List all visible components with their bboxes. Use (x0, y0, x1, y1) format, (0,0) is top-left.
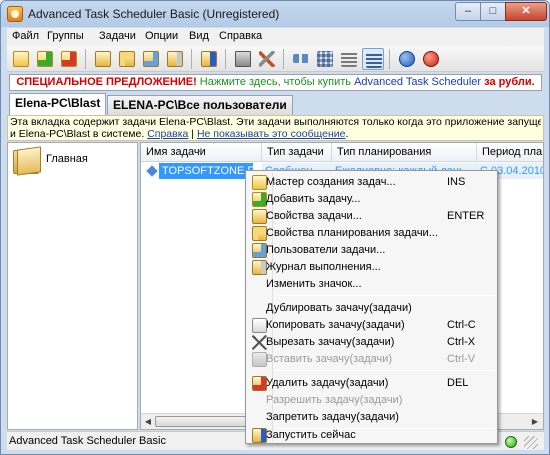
column-headers: ▲ Имя задачи Тип задачи Тип планирования… (141, 143, 543, 162)
exit-icon[interactable] (420, 48, 442, 70)
add-task-icon[interactable] (34, 48, 56, 70)
menu-view[interactable]: Вид (189, 30, 209, 42)
user-tabs: Elena-PC\Blast ELENA-PC\Все пользователи (7, 93, 544, 115)
add-task-icon (252, 192, 267, 207)
status-text: Advanced Task Scheduler Basic (9, 435, 166, 447)
info-line-2: и Elena-PC\Blast в системе. Справка | Не… (10, 128, 541, 140)
menu-item-paste: Вставить зачачу(задачи) Ctrl-V (248, 351, 497, 368)
folder-icon (13, 146, 45, 176)
toolbar-separator (283, 49, 284, 69)
menu-tasks[interactable]: Задачи (99, 30, 136, 42)
menu-item-cut[interactable]: Вырезать зачачу(задачи) Ctrl-X (248, 334, 497, 351)
large-icons-view-icon[interactable] (290, 48, 312, 70)
run-now-icon[interactable] (198, 48, 220, 70)
menu-item-delete[interactable]: Удалить задачу(задачи) DEL (248, 375, 497, 392)
info-divider: | (188, 128, 197, 140)
window-title: Advanced Task Scheduler Basic (Unregiste… (28, 7, 280, 21)
details-view-icon[interactable] (362, 48, 384, 70)
menu-item-run-now[interactable]: Запустить сейчас (248, 427, 497, 444)
menu-item-run-log[interactable]: Журнал выполнения... (248, 259, 497, 276)
menu-bar: Файл Группы Задачи Опции Вид Справка (7, 28, 544, 46)
group-item-main[interactable]: Главная (46, 153, 88, 165)
scroll-right-icon[interactable]: ▶ (528, 415, 542, 429)
tab-info-message: Эта вкладка содержит задачи Elena-PC\Bla… (7, 115, 544, 141)
toolbar-separator (191, 49, 192, 69)
status-indicator-icon (505, 436, 517, 448)
schedule-properties-icon[interactable] (116, 48, 138, 70)
help-icon[interactable] (396, 48, 418, 70)
resize-grip-icon[interactable] (524, 436, 538, 449)
package-icon[interactable] (232, 48, 254, 70)
offer-product-link[interactable]: Advanced Task Scheduler (354, 76, 481, 88)
column-header-task-name[interactable]: ▲ Имя задачи (141, 143, 262, 162)
close-button[interactable]: ✕ (505, 2, 547, 21)
special-offer-banner[interactable]: СПЕЦИАЛЬНОЕ ПРЕДЛОЖЕНИЕ! Нажмите здесь, … (9, 74, 542, 91)
groups-panel: Главная (7, 142, 138, 430)
tab-all-users[interactable]: ELENA-PC\Все пользователи (107, 95, 293, 115)
tab-current-user[interactable]: Elena-PC\Blast (9, 93, 107, 115)
menu-groups[interactable]: Группы (47, 30, 84, 42)
scroll-left-icon[interactable]: ◀ (141, 415, 155, 429)
users-icon (252, 243, 267, 258)
menu-item-task-users[interactable]: Пользователи задачи... (248, 242, 497, 259)
menu-separator (275, 370, 495, 371)
delete-task-icon[interactable] (58, 48, 80, 70)
schedule-icon (252, 226, 267, 241)
menu-item-enable: Разрешить задачу(задачи) (266, 394, 403, 406)
menu-item-schedule-properties[interactable]: Свойства планирования задачи... (248, 225, 497, 242)
small-icons-view-icon[interactable] (314, 48, 336, 70)
offer-suffix: за рубли. (481, 76, 535, 88)
offer-highlight: СПЕЦИАЛЬНОЕ ПРЕДЛОЖЕНИЕ! (16, 76, 197, 88)
info-line-2-text: и Elena-PC\Blast в системе. (10, 128, 148, 140)
menu-item-copy[interactable]: Копировать зачачу(задачи) Ctrl-C (248, 317, 497, 334)
menu-separator (275, 295, 495, 296)
toolbar (7, 46, 544, 72)
delete-icon (252, 376, 267, 391)
toolbar-separator (389, 49, 390, 69)
run-icon (252, 428, 267, 443)
copy-icon (252, 318, 267, 333)
maximize-button[interactable]: □ (480, 2, 506, 21)
info-line-2-end: . (345, 128, 349, 140)
menu-help[interactable]: Справка (219, 30, 262, 42)
info-line-1: Эта вкладка содержит задачи Elena-PC\Bla… (10, 116, 541, 128)
task-context-menu: Мастер создания задач... INS Добавить за… (245, 170, 498, 444)
menu-item-task-properties[interactable]: Свойства задачи... ENTER (248, 208, 497, 225)
offer-text: Нажмите здесь, чтобы купить (196, 76, 355, 88)
tools-icon[interactable] (256, 48, 278, 70)
toolbar-separator (225, 49, 226, 69)
minimize-button[interactable]: – (455, 2, 481, 21)
menu-item-add-task[interactable]: Добавить задачу... (248, 191, 497, 208)
task-users-icon[interactable] (140, 48, 162, 70)
log-icon (252, 260, 267, 275)
list-view-icon[interactable] (338, 48, 360, 70)
cut-icon (252, 335, 267, 350)
new-task-wizard-icon[interactable] (10, 48, 32, 70)
menu-file[interactable]: Файл (12, 30, 39, 42)
column-header-task-type[interactable]: Тип задачи (262, 143, 332, 162)
sort-ascending-icon: ▲ (197, 145, 205, 154)
app-icon (7, 6, 23, 22)
wizard-icon (252, 175, 267, 190)
hide-message-link[interactable]: Не показывать это сообщение (197, 128, 346, 140)
column-header-schedule-type[interactable]: Тип планирования (332, 143, 477, 162)
column-header-period[interactable]: Период пла... (477, 143, 543, 162)
title-bar[interactable]: Advanced Task Scheduler Basic (Unregiste… (1, 1, 549, 27)
scroll-thumb[interactable] (155, 416, 255, 427)
menu-options[interactable]: Опции (145, 30, 178, 42)
menu-item-duplicate[interactable]: Дублировать зачачу(задачи) (248, 300, 497, 317)
task-name-cell[interactable]: TOPSOFTZONE.RU (159, 163, 253, 179)
toolbar-separator (85, 49, 86, 69)
log-icon[interactable] (164, 48, 186, 70)
paste-icon (252, 352, 267, 367)
properties-icon (252, 209, 267, 224)
menu-item-disable[interactable]: Запретить задачу(задачи) (248, 409, 497, 426)
menu-item-task-wizard[interactable]: Мастер создания задач... INS (248, 174, 497, 191)
help-link[interactable]: Справка (147, 128, 188, 140)
message-task-icon (144, 163, 160, 179)
task-properties-icon[interactable] (92, 48, 114, 70)
menu-item-change-icon[interactable]: Изменить значок... (248, 276, 497, 293)
